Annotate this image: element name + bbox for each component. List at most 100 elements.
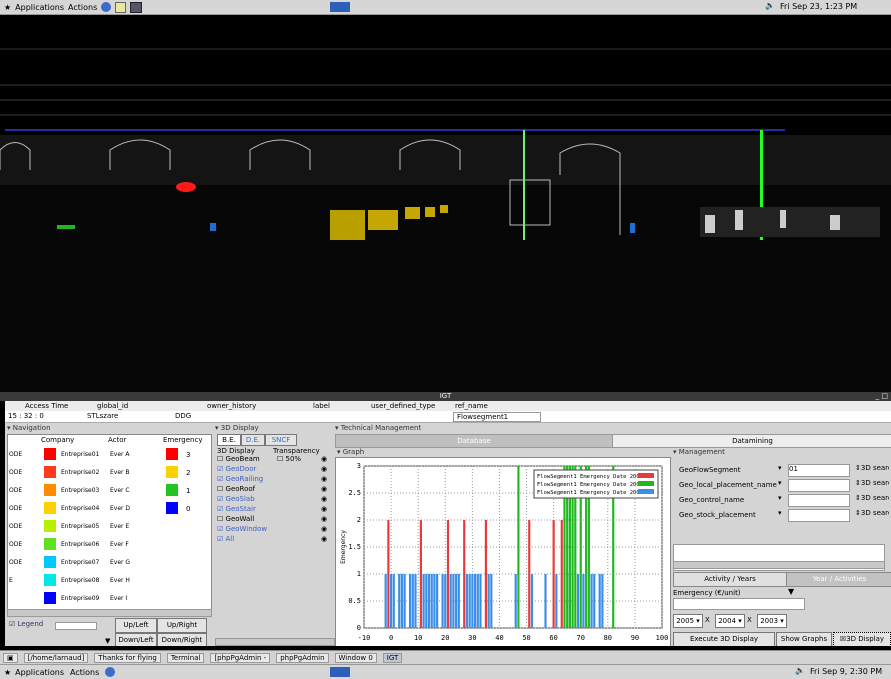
emergency-dropdown-icon[interactable]: ▼: [788, 587, 794, 596]
display3d-checkbox[interactable]: ☑ GeoStair: [217, 505, 256, 513]
display3d-item[interactable]: ☑ GeoStair ◉: [217, 505, 332, 515]
display3d-radio[interactable]: ◉: [321, 465, 327, 473]
task-igt[interactable]: IGT: [382, 652, 403, 663]
tab-de[interactable]: D.E.: [241, 434, 265, 446]
col-global-id[interactable]: global_id: [97, 402, 128, 410]
emergency-input[interactable]: [673, 598, 805, 610]
display3d-checkbox[interactable]: ☑ GeoWindow: [217, 525, 267, 533]
down-left-button[interactable]: Down/Left: [115, 633, 157, 646]
transparency-checkbox[interactable]: ☐ 50%: [277, 455, 301, 463]
legend-checkbox[interactable]: ☑ Legend: [9, 620, 43, 628]
display3d-checkbox[interactable]: ☐ GeoWall: [217, 515, 254, 523]
3d-viewport[interactable]: [0, 15, 891, 392]
tab-year-activities[interactable]: Year / Activities: [786, 572, 891, 587]
value-global-id[interactable]: STLszare: [87, 412, 118, 420]
display3d-radio[interactable]: ◉: [321, 515, 327, 523]
navigation-list[interactable]: Company Actor Emergency ODE Entreprise01 E…: [7, 434, 212, 611]
window-controls-icon[interactable]: _ □: [876, 392, 888, 401]
legend-slider[interactable]: [55, 622, 97, 630]
display3d-radio[interactable]: ◉: [321, 505, 327, 513]
down-right-button[interactable]: Down/Right: [157, 633, 207, 646]
management-field-input[interactable]: 01: [788, 464, 850, 477]
task-phppgadmin-1[interactable]: [phpPgAdmin -: [210, 652, 271, 663]
col-user-defined-type[interactable]: user_defined_type: [371, 402, 435, 410]
task-window-0[interactable]: Window 0: [334, 652, 377, 663]
display3d-checkbox[interactable]: ☑ GeoDoor: [217, 465, 256, 473]
management-field-input[interactable]: [788, 479, 850, 492]
nav-row[interactable]: Entreprise09 Ever I: [8, 591, 208, 607]
nav-row[interactable]: ODE Entreprise05 Ever E: [8, 519, 208, 535]
volume-icon-bottom[interactable]: 🔈: [795, 666, 805, 675]
display3d-radio[interactable]: ◉: [321, 475, 327, 483]
display3d-scrollbar[interactable]: [215, 638, 335, 646]
management-field-dropdown-icon[interactable]: ▾: [778, 494, 788, 505]
nav-scrollbar[interactable]: [7, 609, 212, 617]
nav-row[interactable]: ODE Entreprise01 Ever A 3: [8, 447, 208, 463]
management-scrollbar[interactable]: [673, 561, 885, 569]
3d-search-button[interactable]: ⇕3D search: [855, 464, 889, 475]
display3d-item[interactable]: ☑ GeoWindow ◉: [217, 525, 332, 535]
gnome-foot-icon-bottom[interactable]: ★: [4, 668, 11, 677]
management-field-dropdown-icon[interactable]: ▾: [778, 464, 788, 475]
col-ref-name[interactable]: ref_name: [455, 402, 488, 410]
graph-header[interactable]: ▾ Graph: [337, 448, 364, 456]
clock-bottom[interactable]: Fri Sep 9, 2:30 PM: [810, 667, 882, 676]
clock[interactable]: Fri Sep 23, 1:23 PM: [780, 2, 857, 11]
display3d-item[interactable]: ☑ GeoDoor ◉: [217, 465, 332, 475]
applications-menu-bottom[interactable]: Applications: [15, 668, 64, 677]
actions-menu[interactable]: Actions: [68, 3, 97, 12]
nav-row[interactable]: ODE Entreprise06 Ever F: [8, 537, 208, 553]
display3d-item[interactable]: ☐ GeoRoof ◉: [217, 485, 332, 495]
display3d-checkbox[interactable]: ☐ GeoRoof: [217, 485, 255, 493]
display3d-item[interactable]: ☐ GeoBeam ☐ 50% ◉: [217, 455, 332, 465]
gnome-foot-icon[interactable]: ★: [4, 3, 11, 12]
display3d-checkbox[interactable]: ☑ GeoRailing: [217, 475, 263, 483]
tab-activity-years[interactable]: Activity / Years: [673, 572, 787, 587]
applications-menu[interactable]: Applications: [15, 3, 64, 12]
col-owner-history[interactable]: owner_history: [207, 402, 256, 410]
value-owner-history[interactable]: DDG: [175, 412, 191, 420]
show-graphs-button[interactable]: Show Graphs: [776, 632, 832, 646]
display3d-checkbox[interactable]: ☐ GeoBeam: [217, 455, 260, 463]
emergency-chart[interactable]: -10 0 10 20 30 40 50 60 70 80 90 100 0 0.5 1 1.5 2 2.5 3 Em…: [335, 457, 671, 646]
display3d-radio[interactable]: ◉: [321, 535, 327, 543]
nav-row[interactable]: ODE Entreprise02 Ever B 2: [8, 465, 208, 481]
management-field-dropdown-icon[interactable]: ▾: [778, 509, 788, 520]
display3d-checkbox[interactable]: ☑ All: [217, 535, 234, 543]
tab-be[interactable]: B.E.: [217, 434, 241, 446]
execute-3d-display-button[interactable]: Execute 3D Display: [673, 632, 775, 646]
col-label[interactable]: label: [313, 402, 330, 410]
workspace-indicator[interactable]: [330, 2, 350, 12]
task-phppgadmin-2[interactable]: phpPgAdmin: [276, 652, 329, 663]
year-select-3[interactable]: 2003 ▾: [757, 614, 787, 628]
display3d-item[interactable]: ☑ All ◉: [217, 535, 332, 545]
display3d-checkbox[interactable]: ☑ GeoSlab: [217, 495, 255, 503]
management-field-input[interactable]: [788, 494, 850, 507]
tab-datamining[interactable]: Datamining: [612, 434, 891, 448]
show-desktop-icon[interactable]: ▣: [3, 652, 18, 663]
year-select-1[interactable]: 2005 ▾: [673, 614, 703, 628]
management-field-input[interactable]: [788, 509, 850, 522]
display3d-item[interactable]: ☐ GeoWall ◉: [217, 515, 332, 525]
display3d-radio[interactable]: ◉: [321, 525, 327, 533]
display3d-item[interactable]: ☑ GeoSlab ◉: [217, 495, 332, 505]
col-access-time[interactable]: Access Time: [25, 402, 68, 410]
management-header[interactable]: ▾ Management: [673, 448, 725, 456]
volume-icon[interactable]: 🔈: [765, 1, 775, 10]
3d-search-button[interactable]: ⇕3D search: [855, 509, 889, 520]
tab-sncf[interactable]: SNCF: [265, 434, 297, 446]
navigation-header[interactable]: ▾ Navigation: [7, 424, 51, 432]
management-field-dropdown-icon[interactable]: ▾: [778, 479, 788, 490]
value-ref-name[interactable]: Flowsegment1: [453, 412, 541, 422]
display3d-radio[interactable]: ◉: [321, 485, 327, 493]
year-select-2[interactable]: 2004 ▾: [715, 614, 745, 628]
up-left-button[interactable]: Up/Left: [115, 618, 157, 633]
display3d-radio[interactable]: ◉: [321, 495, 327, 503]
browser-icon-bottom[interactable]: [105, 667, 116, 677]
display3d-header[interactable]: ▾ 3D Display: [215, 424, 259, 432]
task-terminal[interactable]: Terminal: [166, 652, 205, 663]
up-right-button[interactable]: Up/Right: [157, 618, 207, 633]
display3d-radio[interactable]: ◉: [321, 455, 327, 463]
display3d-item[interactable]: ☑ GeoRailing ◉: [217, 475, 332, 485]
3d-search-button[interactable]: ⇕3D search: [855, 479, 889, 490]
